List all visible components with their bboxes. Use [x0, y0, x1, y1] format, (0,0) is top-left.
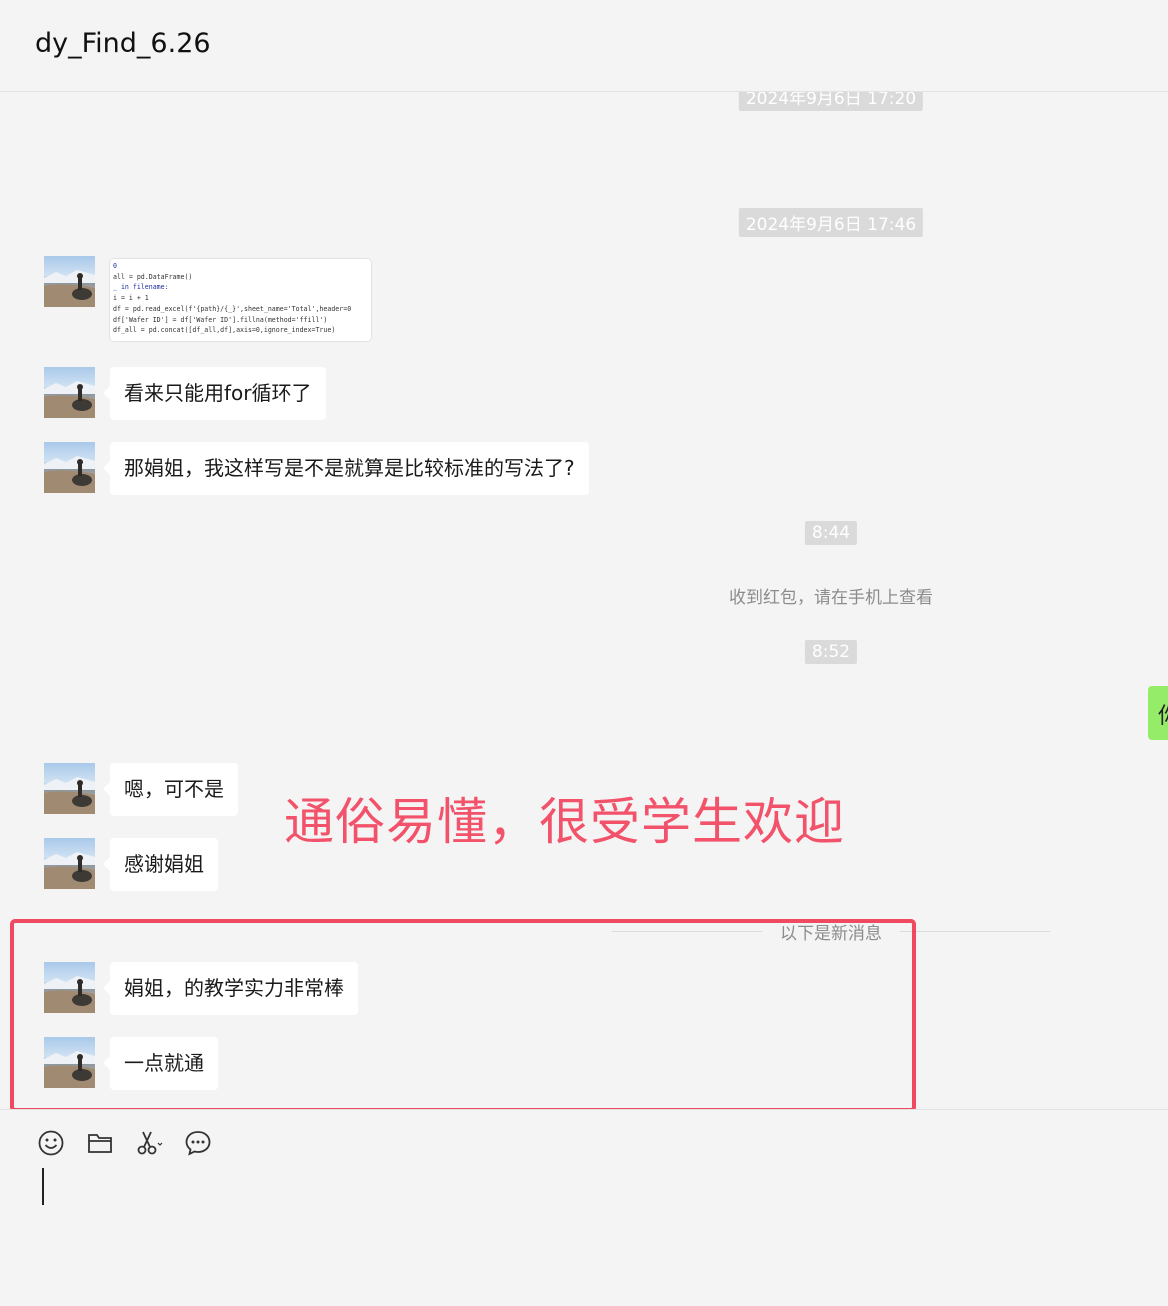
chat-history-icon[interactable] [184, 1129, 212, 1157]
timestamp: 8:44 [804, 521, 858, 545]
code-line: df = pd.read_excel(f'{path}/{_}',sheet_n… [113, 304, 352, 313]
chat-header: dy_Find_6.26 [0, 0, 1168, 92]
timestamp: 2024年9月6日 17:20 [738, 92, 924, 111]
text-cursor[interactable] [42, 1168, 44, 1205]
code-line: _ in filename: [113, 283, 169, 292]
folder-icon[interactable] [86, 1129, 114, 1157]
avatar[interactable] [44, 367, 95, 418]
scissors-icon[interactable] [135, 1129, 163, 1157]
message-list[interactable]: 2024年9月6日 17:20 2024年9月6日 17:46 0 all = … [0, 92, 1168, 1109]
code-line: df['Wafer ID'] = df['Wafer ID'].fillna(m… [113, 315, 328, 324]
outgoing-message-text: 你 [1158, 698, 1168, 730]
avatar[interactable] [44, 838, 95, 889]
code-screenshot-image[interactable]: 0 all = pd.DataFrame() _ in filename: i … [109, 258, 372, 342]
divider [900, 931, 1050, 932]
message-bubble[interactable]: 那娟姐，我这样写是不是就算是比较标准的写法了? [103, 442, 589, 495]
avatar[interactable] [44, 442, 95, 493]
annotation-text: 通俗易懂，很受学生欢迎 [284, 793, 845, 851]
timestamp: 2024年9月6日 17:46 [738, 208, 924, 237]
chat-title: dy_Find_6.26 [35, 28, 211, 59]
code-line: 0 [113, 262, 117, 270]
outgoing-message-bubble[interactable]: 你 [1148, 686, 1168, 740]
highlight-box [10, 919, 916, 1109]
avatar[interactable] [44, 256, 95, 307]
code-line: i = i + 1 [113, 294, 149, 303]
code-line: df_all = pd.concat([df_all,df],axis=0,ig… [113, 326, 336, 335]
input-area[interactable] [0, 1109, 1168, 1306]
message-bubble[interactable]: 看来只能用for循环了 [103, 367, 326, 420]
avatar[interactable] [44, 763, 95, 814]
message-bubble[interactable]: 嗯，可不是 [103, 763, 238, 816]
message-bubble[interactable]: 感谢娟姐 [103, 838, 218, 891]
red-packet-notice: 收到红包，请在手机上查看 [729, 588, 933, 608]
emoji-icon[interactable] [37, 1129, 65, 1157]
timestamp: 8:52 [804, 640, 858, 664]
code-line: all = pd.DataFrame() [113, 272, 193, 281]
